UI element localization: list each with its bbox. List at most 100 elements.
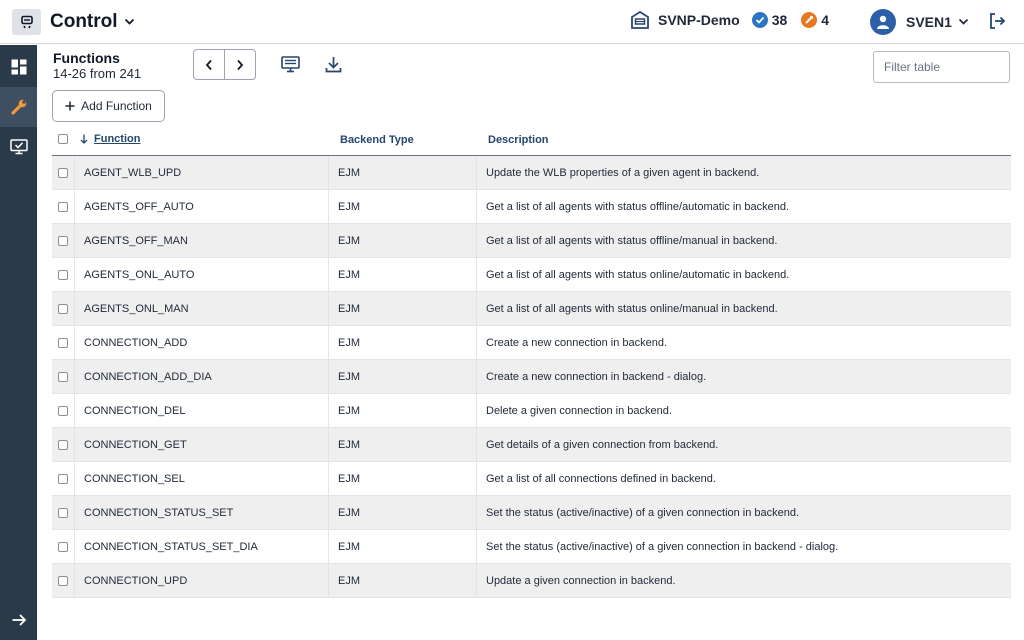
backend-type-cell: EJM (329, 530, 477, 563)
function-cell: CONNECTION_ADD_DIA (76, 360, 329, 393)
row-checkbox[interactable] (58, 303, 68, 314)
function-cell: AGENTS_ONL_AUTO (76, 258, 329, 291)
ok-badge[interactable]: 38 (751, 12, 788, 28)
table-row[interactable]: AGENTS_ONL_AUTO EJM Get a list of all ag… (52, 258, 1011, 292)
function-cell: AGENTS_OFF_AUTO (76, 190, 329, 223)
row-checkbox[interactable] (58, 371, 68, 382)
row-checkbox[interactable] (58, 507, 68, 518)
backend-type-cell: EJM (329, 326, 477, 359)
download-button[interactable] (325, 56, 342, 78)
description-cell: Get a list of all agents with status off… (486, 234, 778, 247)
description-cell: Set the status (active/inactive) of a gi… (486, 540, 839, 553)
building-icon (631, 10, 649, 29)
sidebar-expand-button[interactable] (0, 608, 37, 632)
chevron-down-icon (124, 18, 134, 25)
row-checkbox[interactable] (58, 439, 68, 450)
monitor-check-icon (9, 139, 28, 155)
column-header-description[interactable]: Description (488, 134, 549, 146)
select-all-checkbox[interactable] (58, 134, 68, 144)
description-cell: Update the WLB properties of a given age… (486, 166, 760, 179)
column-header-backend-type[interactable]: Backend Type (340, 134, 414, 146)
page-range: 14-26 from 241 (53, 66, 142, 81)
previous-page-button[interactable] (194, 50, 225, 79)
filter-table-input[interactable] (873, 51, 1010, 83)
row-checkbox[interactable] (58, 405, 68, 416)
function-cell: CONNECTION_SEL (76, 462, 329, 495)
user-menu[interactable]: SVEN1 (870, 9, 969, 35)
table-row[interactable]: AGENTS_ONL_MAN EJM Get a list of all age… (52, 292, 1011, 326)
table-row[interactable]: CONNECTION_STATUS_SET EJM Set the status… (52, 496, 1011, 530)
description-cell: Set the status (active/inactive) of a gi… (486, 506, 800, 519)
warning-count: 4 (821, 12, 830, 28)
row-checkbox[interactable] (58, 473, 68, 484)
table-row[interactable]: CONNECTION_STATUS_SET_DIA EJM Set the st… (52, 530, 1011, 564)
add-function-label: Add Function (81, 99, 152, 113)
table-row[interactable]: AGENTS_OFF_AUTO EJM Get a list of all ag… (52, 190, 1011, 224)
system-status: SVNP-Demo 38 4 (630, 10, 829, 30)
table-header: Function Backend Type Description (52, 128, 1011, 156)
app-title-menu[interactable]: Control (50, 11, 135, 33)
table-row[interactable]: CONNECTION_ADD EJM Create a new connecti… (52, 326, 1011, 360)
sort-function-column[interactable]: Function (80, 133, 140, 145)
backend-type-cell: EJM (329, 428, 477, 461)
table-row[interactable]: CONNECTION_DEL EJM Delete a given connec… (52, 394, 1011, 428)
backend-type-cell: EJM (329, 394, 477, 427)
system-name[interactable]: SVNP-Demo (658, 12, 740, 28)
add-function-button[interactable]: Add Function (52, 90, 165, 122)
row-checkbox[interactable] (58, 269, 68, 280)
arrow-down-icon (80, 134, 88, 144)
chevron-right-icon (237, 59, 244, 70)
sidebar-item-dashboard[interactable] (0, 47, 37, 87)
backend-type-cell: EJM (329, 258, 477, 291)
function-cell: AGENTS_OFF_MAN (76, 224, 329, 257)
chevron-down-icon (958, 18, 969, 25)
top-bar: Control SVNP-Demo 38 4 SVEN1 (0, 0, 1024, 44)
function-cell: AGENTS_ONL_MAN (76, 292, 329, 325)
app-switch-button[interactable] (12, 9, 41, 35)
description-cell: Create a new connection in backend - dia… (486, 370, 707, 383)
row-checkbox[interactable] (58, 541, 68, 552)
app-switch-icon (20, 15, 33, 29)
row-checkbox[interactable] (58, 201, 68, 212)
row-checkbox[interactable] (58, 337, 68, 348)
app-title: Control (50, 11, 118, 32)
row-checkbox[interactable] (58, 235, 68, 246)
table-row[interactable]: CONNECTION_UPD EJM Update a given connec… (52, 564, 1011, 598)
dashboard-icon (11, 59, 26, 75)
warning-badge[interactable]: 4 (801, 12, 829, 28)
description-cell: Get a list of all agents with status onl… (486, 268, 790, 281)
function-cell: AGENT_WLB_UPD (76, 156, 329, 189)
backend-type-cell: EJM (329, 462, 477, 495)
sidebar-item-monitor[interactable] (0, 127, 37, 167)
column-header-function: Function (94, 133, 141, 145)
next-page-button[interactable] (225, 50, 255, 79)
backend-type-cell: EJM (329, 292, 477, 325)
wrench-icon (10, 99, 26, 115)
ok-count: 38 (771, 12, 788, 28)
table-row[interactable]: AGENTS_OFF_MAN EJM Get a list of all age… (52, 224, 1011, 258)
description-cell: Get a list of all agents with status off… (486, 200, 790, 213)
display-button[interactable] (281, 56, 300, 78)
user-icon (870, 9, 896, 35)
function-cell: CONNECTION_DEL (76, 394, 329, 427)
row-checkbox[interactable] (58, 575, 68, 586)
function-cell: CONNECTION_UPD (76, 564, 329, 597)
chevron-left-icon (205, 59, 212, 70)
logout-button[interactable] (988, 12, 1006, 35)
backend-type-cell: EJM (329, 156, 477, 189)
function-cell: CONNECTION_STATUS_SET_DIA (76, 530, 329, 563)
table-body: AGENT_WLB_UPD EJM Update the WLB propert… (52, 156, 1011, 598)
table-row[interactable]: CONNECTION_SEL EJM Get a list of all con… (52, 462, 1011, 496)
backend-type-cell: EJM (329, 190, 477, 223)
row-checkbox[interactable] (58, 167, 68, 178)
table-row[interactable]: CONNECTION_ADD_DIA EJM Create a new conn… (52, 360, 1011, 394)
download-icon (325, 57, 342, 73)
backend-type-cell: EJM (329, 564, 477, 597)
arrow-right-icon (12, 614, 26, 626)
function-cell: CONNECTION_ADD (76, 326, 329, 359)
table-row[interactable]: CONNECTION_GET EJM Get details of a give… (52, 428, 1011, 462)
page-title: Functions (53, 50, 120, 66)
backend-type-cell: EJM (329, 224, 477, 257)
sidebar-item-functions[interactable] (0, 87, 37, 127)
table-row[interactable]: AGENT_WLB_UPD EJM Update the WLB propert… (52, 156, 1011, 190)
